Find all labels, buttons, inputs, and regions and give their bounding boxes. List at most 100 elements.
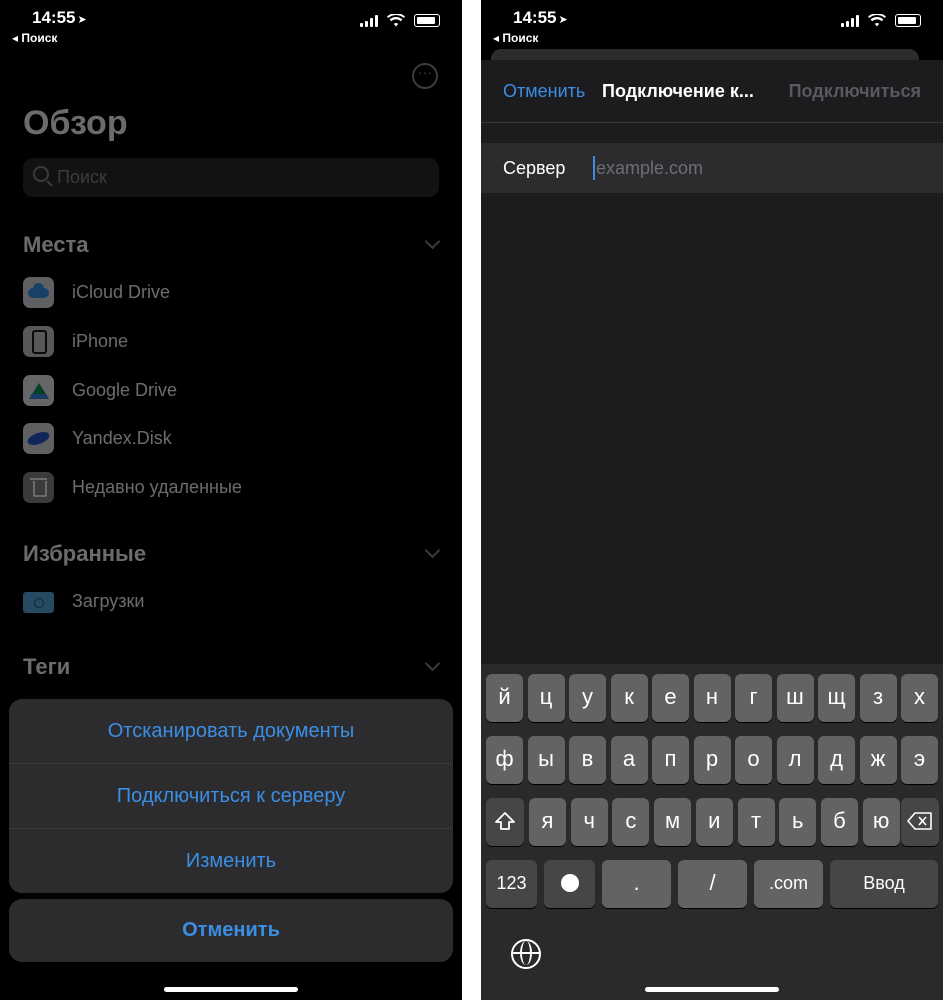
key-е[interactable]: е bbox=[652, 674, 689, 722]
globe-icon[interactable] bbox=[511, 939, 541, 969]
key-б[interactable]: б bbox=[820, 798, 858, 846]
key-р[interactable]: р bbox=[693, 736, 731, 784]
sidebar-item-icloud-drive[interactable]: iCloud Drive bbox=[23, 276, 170, 309]
status-time-text: 14:55 bbox=[513, 8, 557, 27]
section-header-favorites[interactable]: Избранные bbox=[23, 541, 146, 567]
section-header-places[interactable]: Места bbox=[23, 232, 89, 258]
emoji-key[interactable] bbox=[544, 860, 595, 908]
backspace-key[interactable] bbox=[901, 798, 939, 846]
connect-button[interactable]: Подключиться bbox=[789, 81, 921, 102]
connect-to-server-button[interactable]: Подключиться к серверу bbox=[9, 763, 453, 828]
status-icons bbox=[360, 14, 440, 27]
key-с[interactable]: с bbox=[612, 798, 650, 846]
keyboard-row-4: 123 . / .com Ввод bbox=[481, 860, 943, 908]
key-т[interactable]: т bbox=[737, 798, 775, 846]
key-н[interactable]: н bbox=[693, 674, 731, 722]
back-to-search-link[interactable]: ◂ Поиск bbox=[493, 31, 538, 45]
downloads-folder-icon bbox=[23, 586, 54, 617]
section-header-tags[interactable]: Теги bbox=[23, 654, 70, 680]
dot-key[interactable]: . bbox=[602, 860, 671, 908]
google-drive-icon bbox=[23, 375, 54, 406]
edit-button[interactable]: Изменить bbox=[9, 828, 453, 893]
chevron-down-icon[interactable] bbox=[424, 542, 441, 559]
backspace-icon bbox=[907, 812, 932, 830]
enter-key[interactable]: Ввод bbox=[830, 860, 938, 908]
chevron-down-icon[interactable] bbox=[424, 233, 441, 250]
home-indicator[interactable] bbox=[645, 987, 779, 992]
sidebar-item-iphone[interactable]: iPhone bbox=[23, 325, 128, 358]
key-ь[interactable]: ь bbox=[779, 798, 817, 846]
chevron-down-icon[interactable] bbox=[424, 655, 441, 672]
location-arrow-icon: ➤ bbox=[558, 14, 568, 26]
key-ц[interactable]: ц bbox=[527, 674, 565, 722]
slash-key[interactable]: / bbox=[678, 860, 747, 908]
icloud-icon bbox=[23, 277, 54, 308]
scan-documents-button[interactable]: Отсканировать документы bbox=[9, 699, 453, 763]
page-title: Обзор bbox=[23, 104, 128, 142]
key-к[interactable]: к bbox=[610, 674, 648, 722]
sidebar-item-yandex-disk[interactable]: Yandex.Disk bbox=[23, 422, 172, 455]
key-п[interactable]: п bbox=[652, 736, 689, 784]
wifi-icon bbox=[387, 14, 405, 27]
modal-title: Подключение к... bbox=[602, 81, 754, 101]
search-placeholder: Поиск bbox=[57, 167, 107, 187]
yandex-disk-icon bbox=[23, 423, 54, 454]
sidebar-item-label: iCloud Drive bbox=[72, 282, 171, 302]
key-ф[interactable]: ф bbox=[486, 736, 523, 784]
location-arrow-icon: ➤ bbox=[77, 14, 87, 26]
status-time: 14:55 ➤ bbox=[513, 8, 568, 28]
search-field[interactable]: Поиск bbox=[23, 158, 439, 197]
keyboard-row-2: фывапролджэ bbox=[481, 736, 943, 784]
dotcom-key[interactable]: .com bbox=[754, 860, 823, 908]
sidebar-item-label: Загрузки bbox=[72, 591, 145, 611]
battery-icon bbox=[414, 14, 440, 27]
server-input[interactable] bbox=[593, 156, 916, 180]
connect-to-server-screen: 14:55 ➤ ◂ Поиск Отменить Подключение к...… bbox=[481, 0, 943, 1000]
home-indicator[interactable] bbox=[164, 987, 298, 992]
key-м[interactable]: м bbox=[654, 798, 692, 846]
key-ы[interactable]: ы bbox=[527, 736, 565, 784]
sidebar-item-label: Yandex.Disk bbox=[72, 428, 172, 448]
keyboard-row-3: ячсмитьбю bbox=[481, 798, 943, 846]
more-options-icon[interactable]: ··· bbox=[412, 63, 438, 89]
key-з[interactable]: з bbox=[859, 674, 897, 722]
cancel-button[interactable]: Отменить bbox=[503, 81, 585, 102]
key-д[interactable]: д bbox=[818, 736, 855, 784]
key-ж[interactable]: ж bbox=[859, 736, 897, 784]
key-х[interactable]: х bbox=[901, 674, 938, 722]
sidebar-item-downloads[interactable]: Загрузки bbox=[23, 585, 144, 618]
shift-icon bbox=[495, 812, 515, 830]
key-г[interactable]: г bbox=[735, 674, 772, 722]
key-и[interactable]: и bbox=[695, 798, 733, 846]
keyboard: йцукенгшщзх фывапролджэ ячсмитьбю 123 . … bbox=[481, 664, 943, 1000]
server-field-row: Сервер bbox=[481, 143, 943, 193]
sidebar-item-label: iPhone bbox=[72, 331, 129, 351]
key-ч[interactable]: ч bbox=[570, 798, 608, 846]
status-bar: 14:55 ➤ ◂ Поиск bbox=[0, 0, 462, 48]
sidebar-item-google-drive[interactable]: Google Drive bbox=[23, 374, 177, 407]
key-а[interactable]: а bbox=[610, 736, 648, 784]
action-sheet-cancel-button[interactable]: Отменить bbox=[9, 899, 453, 962]
wifi-icon bbox=[868, 14, 886, 27]
emoji-icon bbox=[560, 874, 579, 892]
key-у[interactable]: у bbox=[569, 674, 606, 722]
numbers-key[interactable]: 123 bbox=[486, 860, 537, 908]
key-ю[interactable]: ю bbox=[862, 798, 900, 846]
key-я[interactable]: я bbox=[529, 798, 566, 846]
key-ш[interactable]: ш bbox=[776, 674, 814, 722]
cellular-signal-icon bbox=[360, 14, 378, 27]
key-й[interactable]: й bbox=[486, 674, 523, 722]
key-л[interactable]: л bbox=[776, 736, 814, 784]
server-label: Сервер bbox=[503, 158, 566, 178]
battery-icon bbox=[895, 14, 921, 27]
modal-navigation-bar: Отменить Подключение к... Подключиться bbox=[481, 60, 943, 123]
shift-key[interactable] bbox=[486, 798, 524, 846]
key-в[interactable]: в bbox=[569, 736, 606, 784]
key-о[interactable]: о bbox=[735, 736, 772, 784]
sidebar-item-label: Google Drive bbox=[72, 380, 178, 400]
cellular-signal-icon bbox=[841, 14, 859, 27]
sidebar-item-recently-deleted[interactable]: Недавно удаленные bbox=[23, 471, 242, 504]
key-э[interactable]: э bbox=[901, 736, 938, 784]
back-to-search-link[interactable]: ◂ Поиск bbox=[12, 31, 57, 45]
key-щ[interactable]: щ bbox=[818, 674, 855, 722]
